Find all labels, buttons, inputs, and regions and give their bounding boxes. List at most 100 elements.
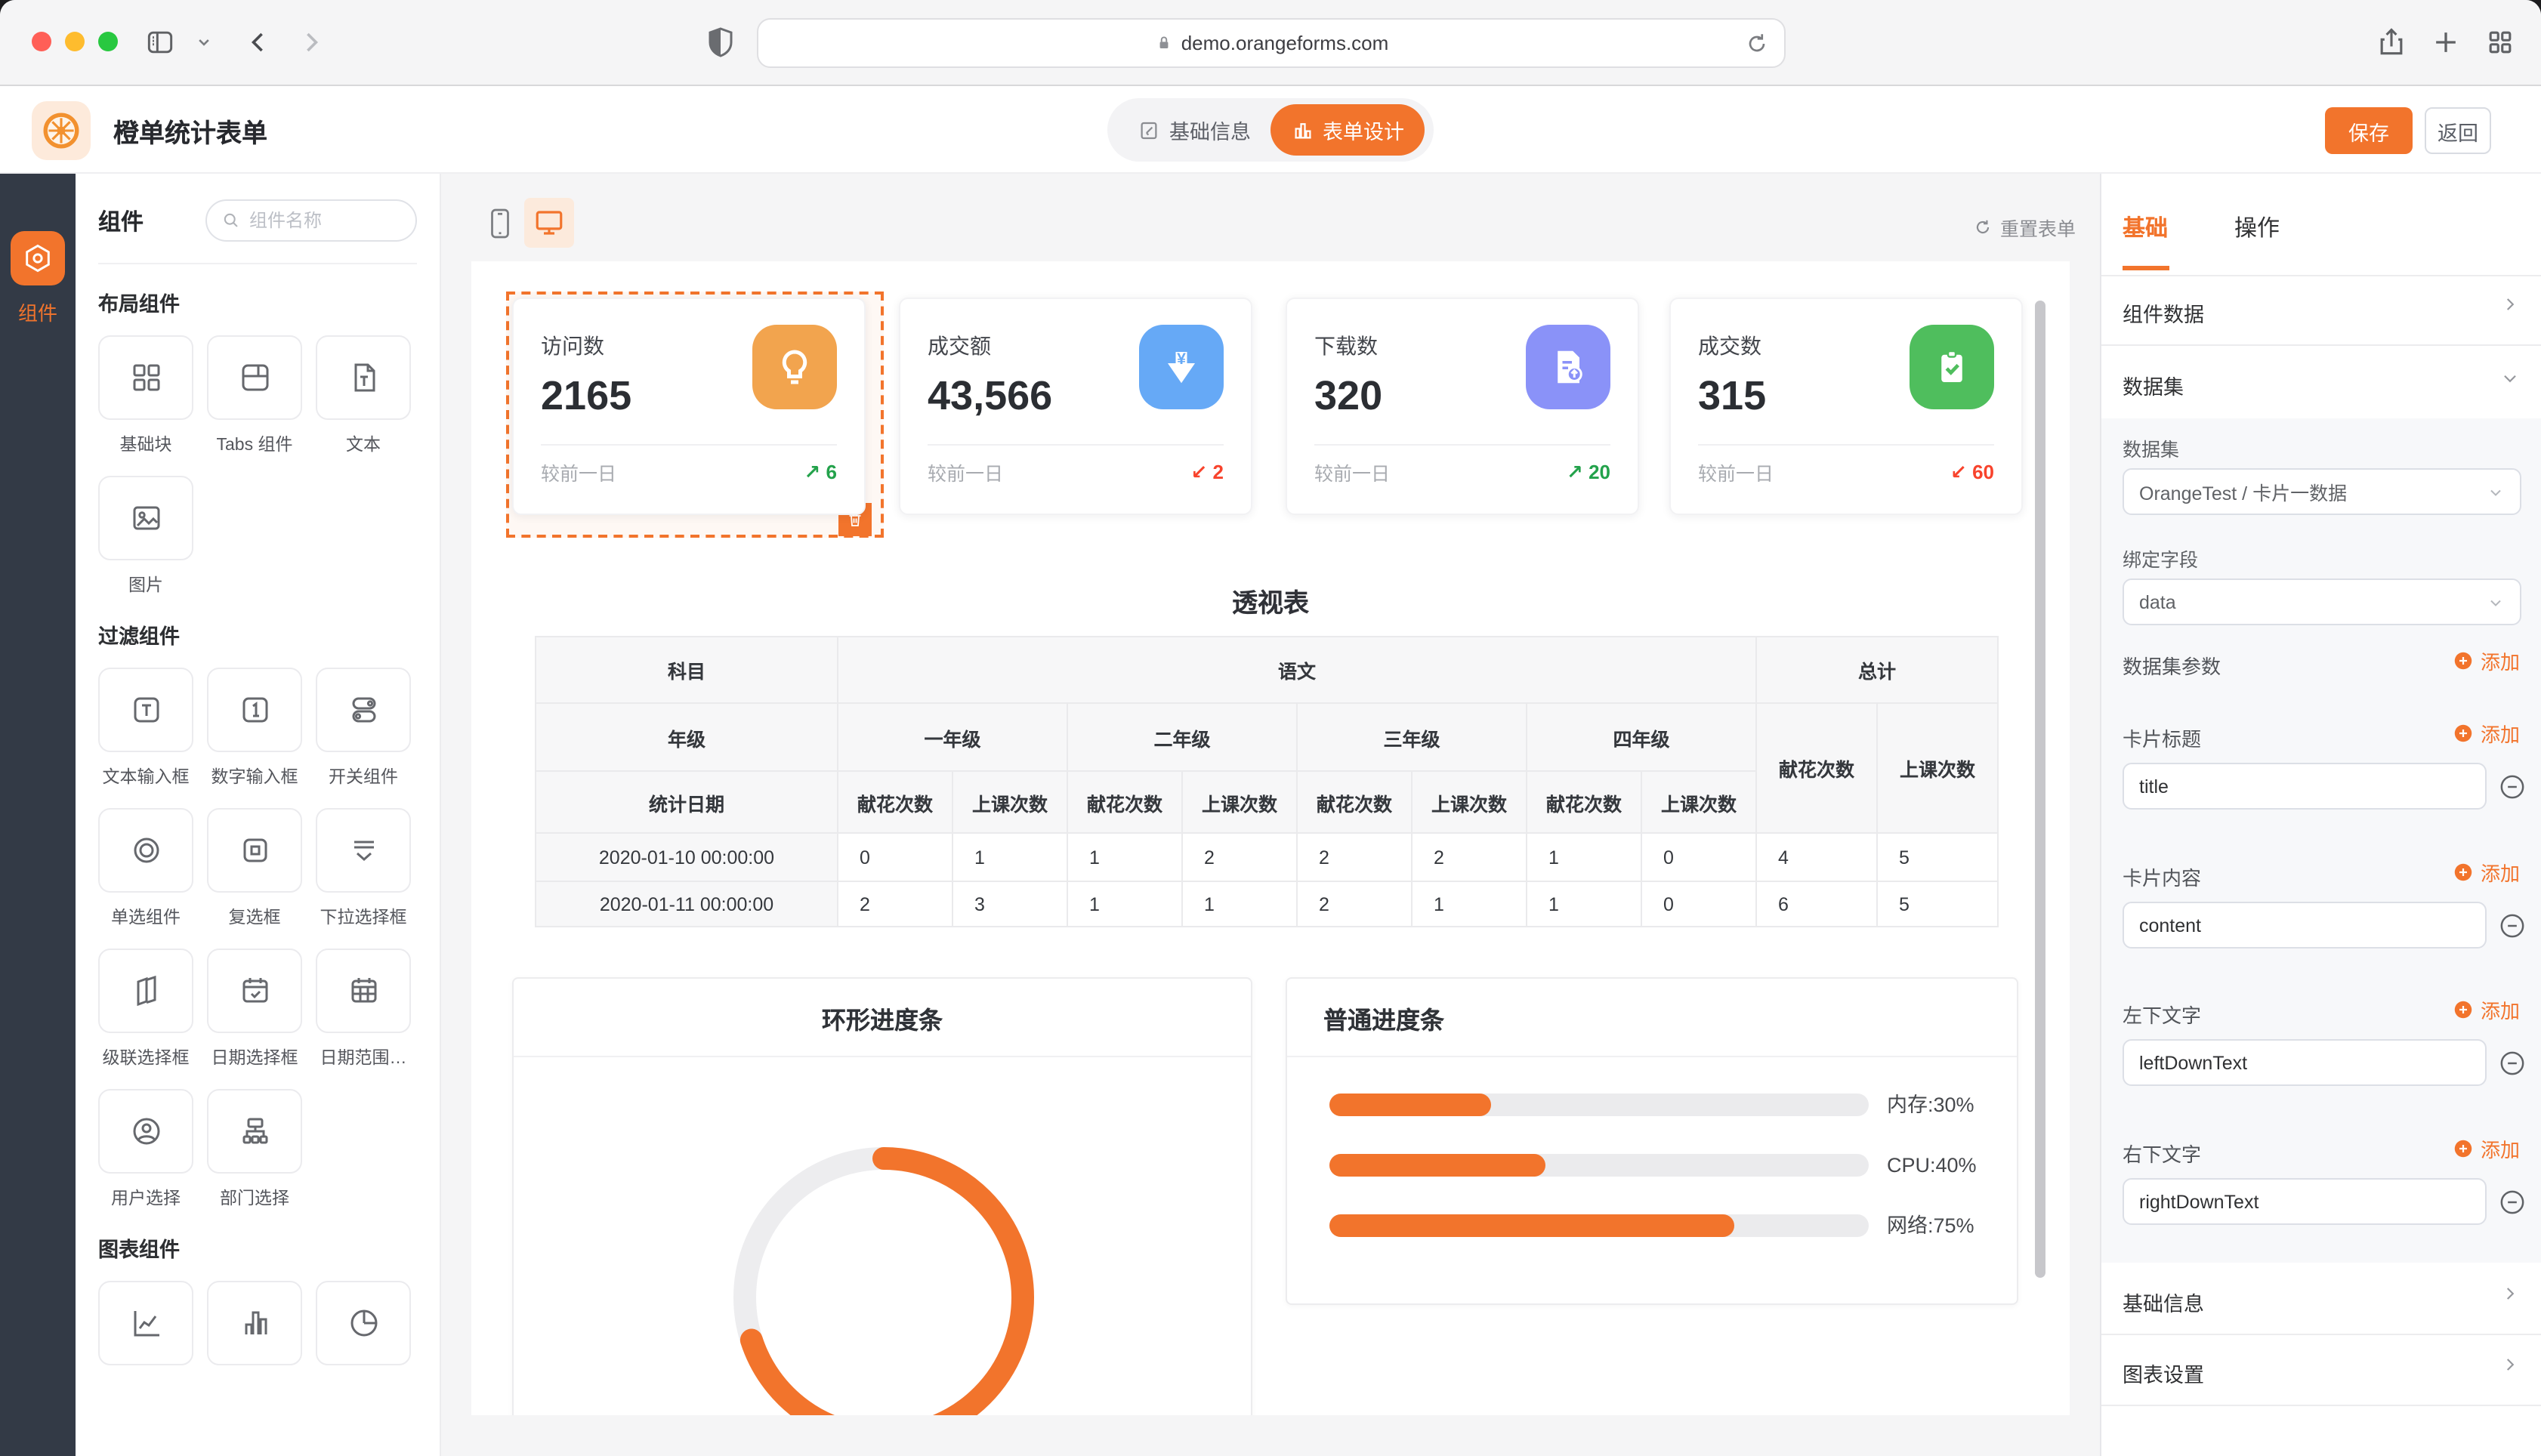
new-tab-icon[interactable] — [2429, 26, 2462, 59]
palette-item-cascader[interactable]: 级联选择框 — [98, 949, 193, 1069]
rail-item-components[interactable] — [11, 231, 65, 285]
share-icon[interactable] — [2375, 26, 2408, 59]
tab-form-design[interactable]: 表单设计 — [1270, 104, 1425, 156]
inspector-panel: 基础 操作 组件数据 数据集 数据集 OrangeTest / 卡片一数据 绑定… — [2100, 174, 2541, 1456]
input-number-icon — [236, 692, 273, 728]
palette-item-pie-chart[interactable] — [316, 1281, 411, 1377]
palette-item-basic-block[interactable]: 基础块 — [98, 335, 193, 456]
text-file-icon — [345, 359, 381, 396]
add-card-content-button[interactable]: 添加 — [2452, 858, 2520, 887]
sidebar-toggle-icon[interactable] — [144, 26, 177, 59]
palette-item-number-input[interactable]: 数字输入框 — [207, 668, 302, 788]
chart-settings-row[interactable]: 图表设置 — [2123, 1358, 2204, 1388]
dataset-field-label: 数据集 — [2123, 433, 2179, 462]
progress-bars-title: 普通进度条 — [1287, 979, 2017, 1057]
search-input[interactable] — [249, 210, 400, 231]
left-down-text-input[interactable] — [2123, 1039, 2487, 1086]
forward-button[interactable] — [295, 26, 328, 59]
address-bar[interactable]: demo.orangeforms.com — [757, 18, 1786, 68]
bind-field-select[interactable]: data — [2123, 578, 2521, 625]
chevron-right-icon[interactable] — [2500, 295, 2520, 314]
component-search[interactable] — [205, 199, 417, 242]
card-content-input[interactable] — [2123, 902, 2487, 949]
dataset-section-row[interactable]: 数据集 — [2123, 370, 2184, 400]
minimize-window-button[interactable] — [65, 32, 85, 51]
close-window-button[interactable] — [32, 32, 51, 51]
basic-info-row[interactable]: 基础信息 — [2123, 1287, 2204, 1317]
search-icon — [221, 210, 242, 231]
progress-label-network: 网络:75% — [1887, 1214, 2020, 1237]
minus-circle-icon[interactable] — [2497, 1187, 2527, 1217]
palette-item-radio[interactable]: 单选组件 — [98, 808, 193, 929]
zoom-window-button[interactable] — [98, 32, 118, 51]
chevron-down-icon[interactable] — [2500, 369, 2520, 388]
url-text: demo.orangeforms.com — [1181, 32, 1389, 54]
switch-icon — [345, 692, 381, 728]
save-button[interactable]: 保存 — [2325, 107, 2413, 154]
tab-actions[interactable]: 操作 — [2234, 211, 2280, 243]
file-upload-icon — [1526, 325, 1610, 409]
plus-circle-icon — [2452, 998, 2475, 1021]
progress-bars-card[interactable]: 普通进度条 内存:30% CPU:40% 网络:75% — [1286, 977, 2018, 1305]
app-logo — [32, 101, 91, 160]
radio-icon — [128, 832, 164, 868]
palette-item-bar-chart[interactable] — [207, 1281, 302, 1377]
chevron-right-icon[interactable] — [2500, 1284, 2520, 1303]
reload-icon[interactable] — [1743, 30, 1771, 57]
palette-item-text[interactable]: 文本 — [316, 335, 411, 456]
trend-down-badge: ↙ 60 — [1950, 460, 1994, 484]
canvas-scrollbar[interactable] — [2035, 301, 2045, 1278]
mobile-preview-icon[interactable] — [486, 205, 514, 242]
form-sheet: 访问数 2165 较前一日 ↗ 6 成交额 ¥ 43,566 — [471, 261, 2070, 1415]
privacy-shield-icon[interactable] — [702, 24, 739, 60]
tab-basic-info[interactable]: 基础信息 — [1138, 98, 1251, 162]
tab-basic[interactable]: 基础 — [2123, 211, 2168, 243]
card-content-label: 卡片内容 — [2123, 862, 2201, 891]
palette-item-tabs[interactable]: Tabs 组件 — [207, 335, 302, 456]
palette-item-user-select[interactable]: 用户选择 — [98, 1089, 193, 1210]
back-button[interactable] — [242, 26, 275, 59]
stat-card-downloads[interactable]: 下载数 320 较前一日 ↗ 20 — [1286, 298, 1639, 515]
palette-item-department-select[interactable]: 部门选择 — [207, 1089, 302, 1210]
palette-item-switch[interactable]: 开关组件 — [316, 668, 411, 788]
ring-progress-card[interactable]: 环形进度条 70% — [512, 977, 1252, 1415]
chevron-down-icon[interactable] — [193, 32, 215, 53]
back-button-form[interactable]: 返回 — [2425, 107, 2491, 154]
palette-item-select[interactable]: 下拉选择框 — [316, 808, 411, 929]
stat-card-turnover[interactable]: 成交额 ¥ 43,566 较前一日 ↙ 2 — [899, 298, 1252, 515]
add-left-down-text-button[interactable]: 添加 — [2452, 995, 2520, 1024]
minus-circle-icon[interactable] — [2497, 1048, 2527, 1078]
stat-card-deals[interactable]: 成交数 315 较前一日 ↙ 60 — [1669, 298, 2023, 515]
right-down-text-input[interactable] — [2123, 1178, 2487, 1225]
chevron-right-icon[interactable] — [2500, 1355, 2520, 1374]
progress-bar-network — [1329, 1214, 1869, 1237]
tab-overview-icon[interactable] — [2484, 26, 2517, 59]
palette-item-line-chart[interactable] — [98, 1281, 193, 1377]
desktop-preview-icon[interactable] — [524, 198, 574, 248]
checkbox-icon — [236, 832, 273, 868]
card-title-input[interactable] — [2123, 763, 2487, 810]
add-card-title-button[interactable]: 添加 — [2452, 719, 2520, 748]
active-tab-underline — [2123, 266, 2169, 270]
component-data-row[interactable]: 组件数据 — [2123, 298, 2204, 328]
divider — [2101, 1405, 2541, 1406]
design-canvas: 重置表单 访问数 2165 较前一日 ↗ 6 — [441, 174, 2100, 1456]
palette-item-date-picker[interactable]: 日期选择框 — [207, 949, 302, 1069]
dataset-select[interactable]: OrangeTest / 卡片一数据 — [2123, 468, 2521, 515]
add-dataset-param-button[interactable]: 添加 — [2452, 646, 2520, 675]
reset-form-button[interactable]: 重置表单 — [1973, 213, 2076, 242]
date-range-icon — [345, 973, 381, 1009]
minus-circle-icon[interactable] — [2497, 911, 2527, 941]
stat-card-visits[interactable]: 访问数 2165 较前一日 ↗ 6 — [512, 298, 866, 515]
palette-item-image[interactable]: 图片 — [98, 476, 193, 597]
app-header: 橙单统计表单 基础信息 表单设计 保存 返回 — [0, 86, 2541, 174]
trend-down-badge: ↙ 2 — [1190, 460, 1224, 484]
progress-label-cpu: CPU:40% — [1887, 1154, 2020, 1177]
palette-item-text-input[interactable]: 文本输入框 — [98, 668, 193, 788]
add-right-down-text-button[interactable]: 添加 — [2452, 1134, 2520, 1163]
minus-circle-icon[interactable] — [2497, 772, 2527, 802]
palette-title: 组件 — [98, 205, 144, 236]
date-icon — [236, 973, 273, 1009]
palette-item-date-range[interactable]: 日期范围… — [316, 949, 411, 1069]
palette-item-checkbox[interactable]: 复选框 — [207, 808, 302, 929]
